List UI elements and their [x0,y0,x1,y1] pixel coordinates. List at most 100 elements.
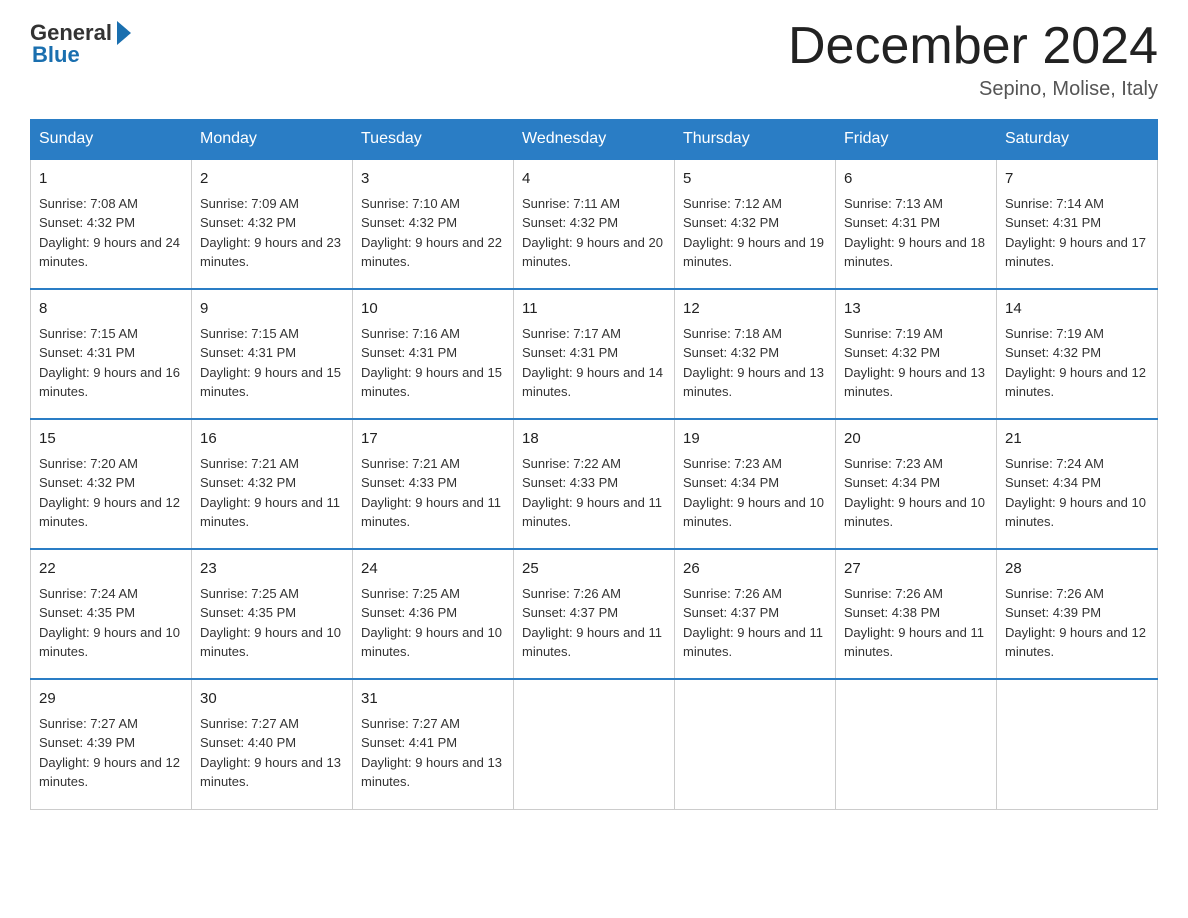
day-number: 20 [844,428,988,451]
calendar-cell: 18 Sunrise: 7:22 AMSunset: 4:33 PMDayligh… [514,419,675,549]
day-number: 2 [200,168,344,191]
weekday-header-sunday: Sunday [31,120,192,160]
day-info: Sunrise: 7:26 AMSunset: 4:38 PMDaylight:… [844,584,988,662]
calendar-header: SundayMondayTuesdayWednesdayThursdayFrid… [31,120,1158,160]
day-number: 14 [1005,298,1149,321]
calendar-cell [836,679,997,809]
calendar-week-row: 15 Sunrise: 7:20 AMSunset: 4:32 PMDayligh… [31,419,1158,549]
month-title: December 2024 [788,20,1158,72]
calendar-cell: 28 Sunrise: 7:26 AMSunset: 4:39 PMDayligh… [997,549,1158,679]
day-number: 31 [361,688,505,711]
calendar-cell: 5Sunrise: 7:12 AMSunset: 4:32 PMDaylight… [675,159,836,289]
day-number: 17 [361,428,505,451]
weekday-header-monday: Monday [192,120,353,160]
calendar-cell: 9 Sunrise: 7:15 AMSunset: 4:31 PMDaylight… [192,289,353,419]
calendar-cell: 13 Sunrise: 7:19 AMSunset: 4:32 PMDayligh… [836,289,997,419]
day-info: Sunrise: 7:21 AMSunset: 4:32 PMDaylight:… [200,454,344,532]
day-number: 25 [522,558,666,581]
weekday-header-thursday: Thursday [675,120,836,160]
calendar-cell [675,679,836,809]
calendar-cell: 24Sunrise: 7:25 AMSunset: 4:36 PMDayligh… [353,549,514,679]
calendar-cell: 10Sunrise: 7:16 AMSunset: 4:31 PMDayligh… [353,289,514,419]
day-number: 16 [200,428,344,451]
calendar-cell: 17Sunrise: 7:21 AMSunset: 4:33 PMDayligh… [353,419,514,549]
calendar-week-row: 29 Sunrise: 7:27 AMSunset: 4:39 PMDayligh… [31,679,1158,809]
day-info: Sunrise: 7:27 AMSunset: 4:39 PMDaylight:… [39,714,183,792]
day-info: Sunrise: 7:23 AMSunset: 4:34 PMDaylight:… [683,454,827,532]
day-info: Sunrise: 7:13 AMSunset: 4:31 PMDaylight:… [844,194,988,272]
day-number: 1 [39,168,183,191]
logo: General Blue [30,20,131,68]
calendar-cell: 6 Sunrise: 7:13 AMSunset: 4:31 PMDaylight… [836,159,997,289]
calendar-cell: 31 Sunrise: 7:27 AMSunset: 4:41 PMDayligh… [353,679,514,809]
day-info: Sunrise: 7:10 AMSunset: 4:32 PMDaylight:… [361,194,505,272]
calendar-cell: 3Sunrise: 7:10 AMSunset: 4:32 PMDaylight… [353,159,514,289]
day-number: 9 [200,298,344,321]
calendar-cell: 15 Sunrise: 7:20 AMSunset: 4:32 PMDayligh… [31,419,192,549]
day-info: Sunrise: 7:15 AMSunset: 4:31 PMDaylight:… [200,324,344,402]
calendar-cell: 20 Sunrise: 7:23 AMSunset: 4:34 PMDayligh… [836,419,997,549]
calendar-week-row: 22 Sunrise: 7:24 AMSunset: 4:35 PMDayligh… [31,549,1158,679]
day-info: Sunrise: 7:08 AMSunset: 4:32 PMDaylight:… [39,194,183,272]
calendar-cell: 4Sunrise: 7:11 AMSunset: 4:32 PMDaylight… [514,159,675,289]
day-info: Sunrise: 7:27 AMSunset: 4:41 PMDaylight:… [361,714,505,792]
calendar-cell: 1 Sunrise: 7:08 AMSunset: 4:32 PMDaylight… [31,159,192,289]
day-number: 7 [1005,168,1149,191]
day-info: Sunrise: 7:26 AMSunset: 4:39 PMDaylight:… [1005,584,1149,662]
calendar-cell: 30Sunrise: 7:27 AMSunset: 4:40 PMDayligh… [192,679,353,809]
day-info: Sunrise: 7:20 AMSunset: 4:32 PMDaylight:… [39,454,183,532]
calendar-cell: 29 Sunrise: 7:27 AMSunset: 4:39 PMDayligh… [31,679,192,809]
weekday-header-wednesday: Wednesday [514,120,675,160]
calendar-cell: 26Sunrise: 7:26 AMSunset: 4:37 PMDayligh… [675,549,836,679]
day-number: 28 [1005,558,1149,581]
day-info: Sunrise: 7:26 AMSunset: 4:37 PMDaylight:… [522,584,666,662]
day-info: Sunrise: 7:09 AMSunset: 4:32 PMDaylight:… [200,194,344,272]
day-info: Sunrise: 7:15 AMSunset: 4:31 PMDaylight:… [39,324,183,402]
weekday-header-saturday: Saturday [997,120,1158,160]
day-number: 29 [39,688,183,711]
calendar-cell: 8 Sunrise: 7:15 AMSunset: 4:31 PMDaylight… [31,289,192,419]
day-info: Sunrise: 7:23 AMSunset: 4:34 PMDaylight:… [844,454,988,532]
title-area: December 2024 Sepino, Molise, Italy [788,20,1158,101]
day-info: Sunrise: 7:24 AMSunset: 4:35 PMDaylight:… [39,584,183,662]
day-info: Sunrise: 7:25 AMSunset: 4:35 PMDaylight:… [200,584,344,662]
day-info: Sunrise: 7:24 AMSunset: 4:34 PMDaylight:… [1005,454,1149,532]
day-number: 8 [39,298,183,321]
page-header: General Blue December 2024 Sepino, Molis… [30,20,1158,101]
day-number: 18 [522,428,666,451]
day-number: 27 [844,558,988,581]
day-number: 15 [39,428,183,451]
day-number: 6 [844,168,988,191]
day-number: 5 [683,168,827,191]
day-info: Sunrise: 7:25 AMSunset: 4:36 PMDaylight:… [361,584,505,662]
day-number: 22 [39,558,183,581]
calendar-cell: 19 Sunrise: 7:23 AMSunset: 4:34 PMDayligh… [675,419,836,549]
calendar-cell: 23 Sunrise: 7:25 AMSunset: 4:35 PMDayligh… [192,549,353,679]
day-info: Sunrise: 7:17 AMSunset: 4:31 PMDaylight:… [522,324,666,402]
day-number: 26 [683,558,827,581]
day-info: Sunrise: 7:22 AMSunset: 4:33 PMDaylight:… [522,454,666,532]
day-info: Sunrise: 7:14 AMSunset: 4:31 PMDaylight:… [1005,194,1149,272]
weekday-header-row: SundayMondayTuesdayWednesdayThursdayFrid… [31,120,1158,160]
calendar-table: SundayMondayTuesdayWednesdayThursdayFrid… [30,119,1158,810]
calendar-week-row: 8 Sunrise: 7:15 AMSunset: 4:31 PMDaylight… [31,289,1158,419]
day-number: 30 [200,688,344,711]
calendar-week-row: 1 Sunrise: 7:08 AMSunset: 4:32 PMDaylight… [31,159,1158,289]
day-number: 10 [361,298,505,321]
day-info: Sunrise: 7:19 AMSunset: 4:32 PMDaylight:… [844,324,988,402]
calendar-cell: 12 Sunrise: 7:18 AMSunset: 4:32 PMDayligh… [675,289,836,419]
day-number: 19 [683,428,827,451]
day-info: Sunrise: 7:18 AMSunset: 4:32 PMDaylight:… [683,324,827,402]
calendar-cell: 21 Sunrise: 7:24 AMSunset: 4:34 PMDayligh… [997,419,1158,549]
weekday-header-friday: Friday [836,120,997,160]
day-info: Sunrise: 7:19 AMSunset: 4:32 PMDaylight:… [1005,324,1149,402]
logo-arrow-icon [117,21,131,45]
calendar-body: 1 Sunrise: 7:08 AMSunset: 4:32 PMDaylight… [31,159,1158,809]
day-number: 13 [844,298,988,321]
day-number: 21 [1005,428,1149,451]
calendar-cell: 14 Sunrise: 7:19 AMSunset: 4:32 PMDayligh… [997,289,1158,419]
day-info: Sunrise: 7:11 AMSunset: 4:32 PMDaylight:… [522,194,666,272]
day-number: 23 [200,558,344,581]
calendar-cell: 25 Sunrise: 7:26 AMSunset: 4:37 PMDayligh… [514,549,675,679]
day-number: 12 [683,298,827,321]
